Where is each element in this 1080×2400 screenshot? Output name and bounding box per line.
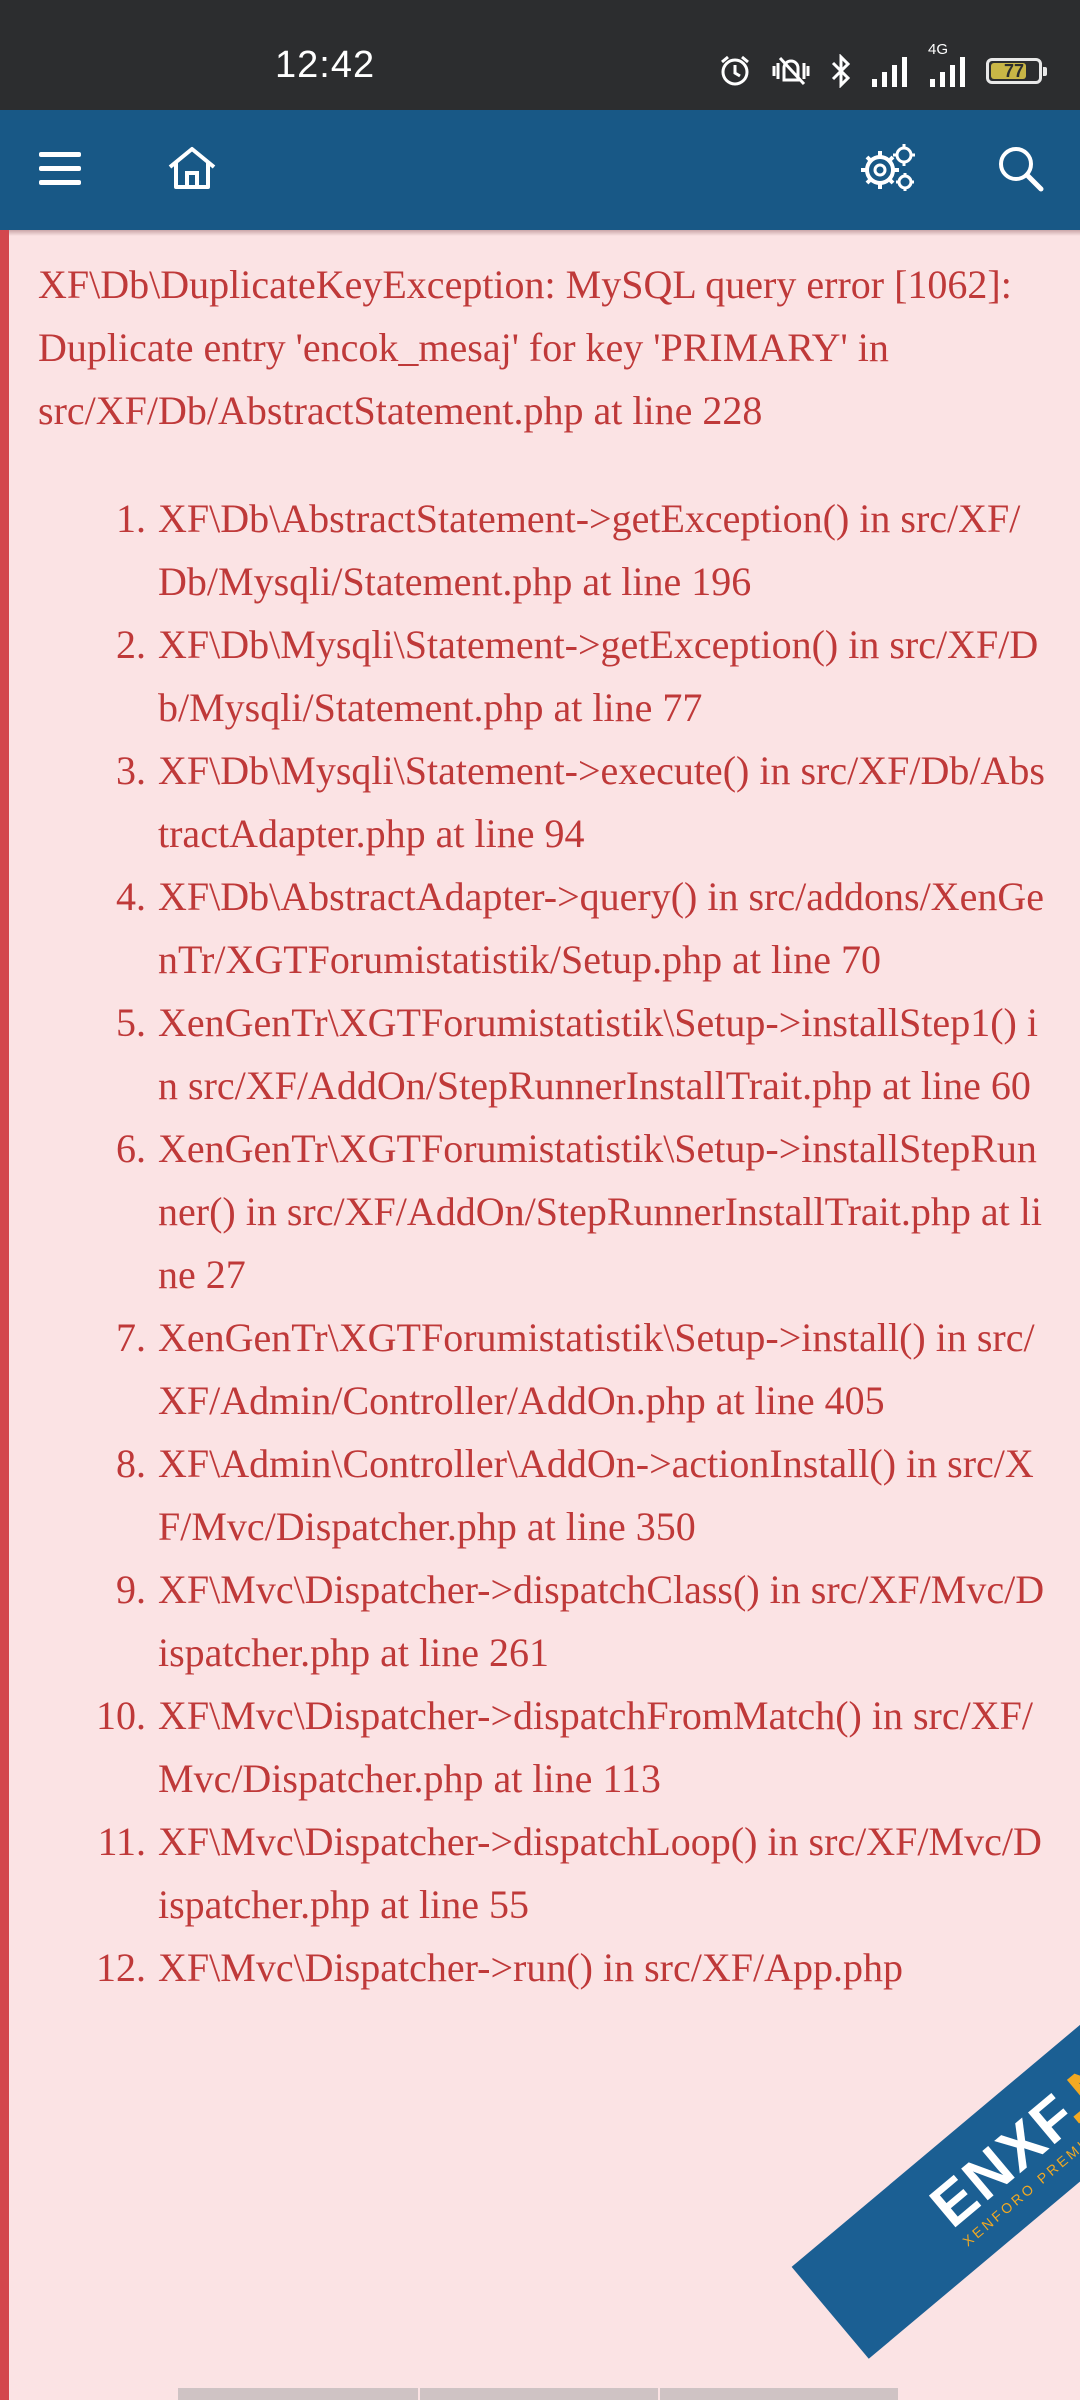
menu-icon: [39, 150, 81, 191]
stack-trace-item: 11. XF\Mvc\Dispatcher->dispatchLoop() in …: [38, 1810, 1048, 1936]
stack-trace-number: 7.: [116, 1315, 146, 1360]
stack-trace-number: 2.: [116, 622, 146, 667]
stack-trace-item: 9. XF\Mvc\Dispatcher->dispatchClass() in …: [38, 1558, 1048, 1684]
stack-trace-text: XenGenTr\XGTForumistatistik\Setup->insta…: [158, 1315, 1035, 1423]
stack-trace-text: XF\Db\AbstractAdapter->query() in src/ad…: [158, 874, 1044, 982]
stack-trace-item: 3. XF\Db\Mysqli\Statement->execute() in s…: [38, 739, 1048, 865]
app-bar-shadow: [0, 230, 1080, 236]
stack-trace-number: 3.: [116, 748, 146, 793]
status-time: 12:42: [275, 44, 376, 86]
stack-trace-item: 12. XF\Mvc\Dispatcher->run() in src/XF/Ap…: [38, 1936, 1048, 1999]
stack-trace-text: XF\Db\Mysqli\Statement->execute() in src…: [158, 748, 1045, 856]
stack-trace-item: 4. XF\Db\AbstractAdapter->query() in src/…: [38, 865, 1048, 991]
stack-trace-text: XF\Mvc\Dispatcher->dispatchFromMatch() i…: [158, 1693, 1033, 1801]
alarm-icon: [718, 54, 752, 88]
stack-trace-text: XF\Mvc\Dispatcher->dispatchLoop() in src…: [158, 1819, 1042, 1927]
error-block: XF\Db\DuplicateKeyException: MySQL query…: [38, 253, 1048, 1999]
search-icon: [996, 144, 1044, 197]
stack-trace-item: 5. XenGenTr\XGTForumistatistik\Setup->ins…: [38, 991, 1048, 1117]
stack-trace-number: 6.: [116, 1126, 146, 1171]
stack-trace-item: 10. XF\Mvc\Dispatcher->dispatchFromMatch(…: [38, 1684, 1048, 1810]
stack-trace-text: XF\Mvc\Dispatcher->run() in src/XF/App.p…: [158, 1945, 903, 1990]
menu-button[interactable]: [10, 110, 110, 230]
settings-icon: [858, 142, 918, 199]
stack-trace-item: 7. XenGenTr\XGTForumistatistik\Setup->ins…: [38, 1306, 1048, 1432]
status-icons: 4G 77: [718, 41, 1047, 94]
stack-trace-item: 6. XenGenTr\XGTForumistatistik\Setup->ins…: [38, 1117, 1048, 1306]
stack-trace-number: 11.: [97, 1819, 146, 1864]
stack-trace-number: 4.: [116, 874, 146, 919]
stack-trace-list: 1. XF\Db\AbstractStatement->getException(…: [38, 487, 1048, 1999]
signal-4g-icon: 4G: [928, 41, 968, 87]
app-bar: [0, 110, 1080, 230]
stack-trace-number: 10.: [96, 1693, 146, 1738]
home-button[interactable]: [142, 110, 242, 230]
stack-trace-text: XF\Admin\Controller\AddOn->actionInstall…: [158, 1441, 1034, 1549]
stack-trace-text: XenGenTr\XGTForumistatistik\Setup->insta…: [158, 1000, 1038, 1108]
mute-vibrate-icon: [770, 54, 812, 88]
stack-trace-item: 8. XF\Admin\Controller\AddOn->actionInsta…: [38, 1432, 1048, 1558]
stack-trace-text: XenGenTr\XGTForumistatistik\Setup->insta…: [158, 1126, 1042, 1297]
stack-trace-item: 1. XF\Db\AbstractStatement->getException(…: [38, 487, 1048, 613]
battery-level: 77: [1003, 60, 1025, 81]
stack-trace-text: XF\Mvc\Dispatcher->dispatchClass() in sr…: [158, 1567, 1045, 1675]
home-icon: [166, 145, 218, 196]
stack-trace-number: 12.: [96, 1945, 146, 1990]
bluetooth-icon: [830, 54, 852, 88]
battery-icon: 77: [986, 58, 1047, 84]
status-bar: 12:42 4G 77: [0, 0, 1080, 110]
error-message: XF\Db\DuplicateKeyException: MySQL query…: [38, 262, 1012, 433]
search-button[interactable]: [970, 110, 1070, 230]
stack-trace-number: 8.: [116, 1441, 146, 1486]
network-type: 4G: [928, 41, 949, 58]
stack-trace-text: XF\Db\Mysqli\Statement->getException() i…: [158, 622, 1039, 730]
stack-trace-number: 9.: [116, 1567, 146, 1612]
stack-trace-text: XF\Db\AbstractStatement->getException() …: [158, 496, 1021, 604]
stack-trace-number: 1.: [116, 496, 146, 541]
signal-icon: [870, 55, 910, 87]
stack-trace-item: 2. XF\Db\Mysqli\Statement->getException()…: [38, 613, 1048, 739]
settings-button[interactable]: [838, 110, 938, 230]
error-accent-bar: [0, 230, 9, 2400]
stack-trace-number: 5.: [116, 1000, 146, 1045]
horizontal-scrollbar[interactable]: [178, 2388, 898, 2400]
